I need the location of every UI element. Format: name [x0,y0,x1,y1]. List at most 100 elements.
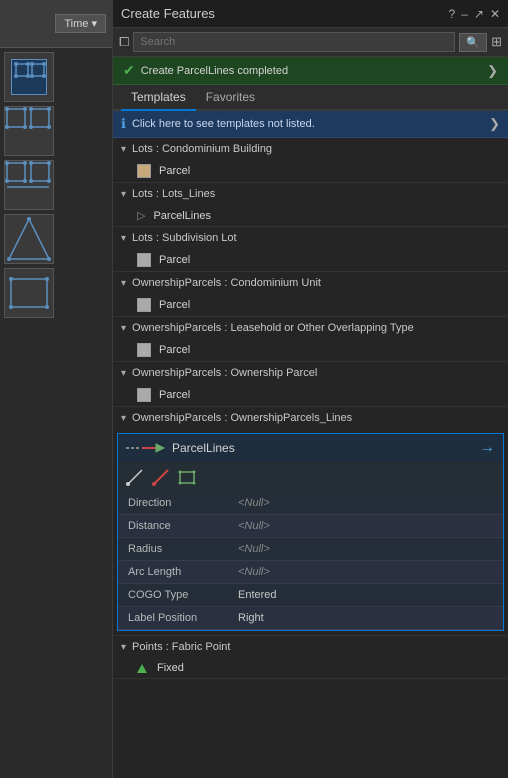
parcel-icon-own-parcel [137,388,151,402]
thumb-row-1 [4,52,108,102]
thumb-1[interactable] [4,52,54,102]
search-bar: ⧠ 🔍 ⊞ [113,28,508,57]
thumb-row-3 [4,160,108,210]
info-message: Click here to see templates not listed. [132,118,315,130]
tool-icons-row [118,462,503,492]
item-parcellines[interactable]: ▷ ParcelLines [113,205,508,226]
chevron-own-parcel: ▾ [121,368,126,379]
item-parcel-own-parcel[interactable]: Parcel [113,384,508,406]
attr-value-arclength: <Null> [228,561,503,584]
attributes-table: Direction <Null> Distance <Null> Radius … [118,492,503,630]
tabs-row: Templates Favorites [113,85,508,111]
attr-field-direction: Direction [118,492,228,515]
search-input[interactable] [133,32,455,52]
item-label-parcel-condo: Parcel [159,165,190,177]
attr-row-labelpos: Label Position Right [118,607,503,630]
category-own-parcel: ▾ OwnershipParcels : Ownership Parcel Pa… [113,362,508,407]
category-own-lines: ▾ OwnershipParcels : OwnershipParcels_Li… [113,407,508,636]
restore-icon[interactable]: ↗ [474,7,484,21]
success-text: ✔ Create ParcelLines completed [123,62,288,79]
attr-value-distance: <Null> [228,515,503,538]
time-button[interactable]: Time ▾ [55,14,106,33]
category-lots-sub: ▾ Lots : Subdivision Lot Parcel [113,227,508,272]
header-icons: ? – ↗ ✕ [449,7,501,21]
banner-close-button[interactable]: ❯ [487,63,498,79]
item-label-parcel-own-parcel: Parcel [159,389,190,401]
success-banner: ✔ Create ParcelLines completed ❯ [113,57,508,85]
selected-item-arrow-icon[interactable]: → [479,439,495,457]
thumb-4[interactable] [4,214,54,264]
item-parcel-own-condo[interactable]: Parcel [113,294,508,316]
chevron-lots-lines: ▾ [121,189,126,200]
category-label-lots-condo: Lots : Condominium Building [132,143,272,155]
category-label-points: Points : Fabric Point [132,641,230,653]
thumb-row-5 [4,268,108,318]
attr-row-cogotype: COGO Type Entered [118,584,503,607]
info-arrow-icon: ❯ [489,116,500,132]
help-icon[interactable]: ? [449,7,456,21]
selected-item-left: ParcelLines [126,441,235,455]
right-panel: Create Features ? – ↗ ✕ ⧠ 🔍 ⊞ ✔ Create P… [113,0,508,778]
category-header-lots-sub[interactable]: ▾ Lots : Subdivision Lot [113,227,508,249]
attr-row-arclength: Arc Length <Null> [118,561,503,584]
category-header-own-condo[interactable]: ▾ OwnershipParcels : Condominium Unit [113,272,508,294]
item-label-parcel-own-condo: Parcel [159,299,190,311]
attr-row-radius: Radius <Null> [118,538,503,561]
left-panel: Time ▾ [0,0,113,778]
tab-favorites[interactable]: Favorites [196,85,265,111]
category-header-lots-lines[interactable]: ▾ Lots : Lots_Lines [113,183,508,205]
thumb-5[interactable] [4,268,54,318]
draw-line-tool[interactable] [126,468,144,486]
filter-icon[interactable]: ⧠ [119,34,129,50]
item-label-parcel-sub: Parcel [159,254,190,266]
grid-icon[interactable]: ⊞ [491,34,502,50]
category-label-own-parcel: OwnershipParcels : Ownership Parcel [132,367,317,379]
chevron-lots-condo: ▾ [121,144,126,155]
chevron-lots-sub: ▾ [121,233,126,244]
category-header-points[interactable]: ▾ Points : Fabric Point [113,636,508,658]
content-scroll[interactable]: ▾ Lots : Condominium Building Parcel ▾ L… [113,138,508,778]
parcel-icon-condo [137,164,151,178]
line-icon-lots: ▷ [137,209,145,222]
info-bar[interactable]: ℹ Click here to see templates not listed… [113,111,508,138]
item-parcel-sub[interactable]: Parcel [113,249,508,271]
item-parcel-condo[interactable]: Parcel [113,160,508,182]
attr-field-labelpos: Label Position [118,607,228,630]
thumb-inner-1 [11,59,47,95]
thumb-row-4 [4,214,108,264]
close-icon[interactable]: ✕ [490,7,500,21]
attr-row-direction: Direction <Null> [118,492,503,515]
category-header-lots-condo[interactable]: ▾ Lots : Condominium Building [113,138,508,160]
minimize-icon[interactable]: – [461,7,468,21]
chevron-own-lines: ▾ [121,413,126,424]
attr-field-distance: Distance [118,515,228,538]
category-label-own-lease: OwnershipParcels : Leasehold or Other Ov… [132,322,414,334]
triangle-icon-fixed [137,664,147,673]
tab-templates[interactable]: Templates [121,85,196,111]
item-parcel-own-lease[interactable]: Parcel [113,339,508,361]
attr-value-direction: <Null> [228,492,503,515]
attr-field-cogotype: COGO Type [118,584,228,607]
category-own-lease: ▾ OwnershipParcels : Leasehold or Other … [113,317,508,362]
attr-field-arclength: Arc Length [118,561,228,584]
erase-tool[interactable] [152,468,170,486]
thumb-2[interactable] [4,106,54,156]
selected-item-name: ParcelLines [172,441,235,455]
category-label-own-lines: OwnershipParcels : OwnershipParcels_Line… [132,412,352,424]
category-header-own-lines[interactable]: ▾ OwnershipParcels : OwnershipParcels_Li… [113,407,508,429]
info-icon: ℹ [121,116,126,132]
info-text: ℹ Click here to see templates not listed… [121,116,315,132]
parcel-icon-own-lease [137,343,151,357]
selected-parcellines-panel: ParcelLines → [117,433,504,631]
category-points: ▾ Points : Fabric Point Fixed [113,636,508,679]
category-header-own-parcel[interactable]: ▾ OwnershipParcels : Ownership Parcel [113,362,508,384]
attr-row-distance: Distance <Null> [118,515,503,538]
thumb-row-2 [4,106,108,156]
thumb-3[interactable] [4,160,54,210]
category-label-lots-lines: Lots : Lots_Lines [132,188,215,200]
polygon-tool[interactable] [178,468,196,486]
left-panel-top: Time ▾ [0,0,112,48]
category-header-own-lease[interactable]: ▾ OwnershipParcels : Leasehold or Other … [113,317,508,339]
item-fixed[interactable]: Fixed [113,658,508,678]
search-button[interactable]: 🔍 [459,33,487,52]
